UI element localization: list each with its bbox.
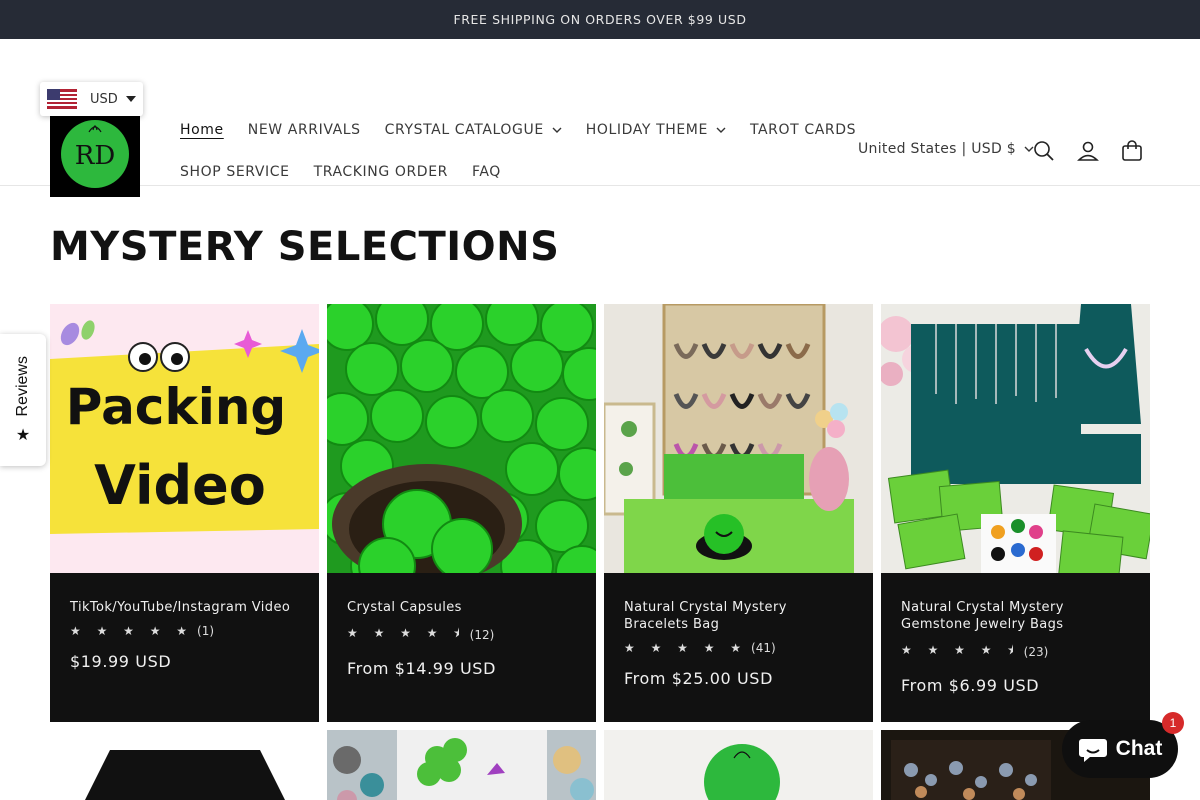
nav-item-crystal-catalogue[interactable]: CRYSTAL CATALOGUE	[373, 120, 574, 140]
nav-item-label: TAROT CARDS	[749, 122, 857, 138]
nav-item-new-arrivals[interactable]: NEW ARRIVALS	[236, 120, 373, 140]
chat-button[interactable]: Chat	[1062, 720, 1178, 778]
announcement-text: FREE SHIPPING ON ORDERS OVER $99 USD	[453, 12, 747, 27]
reviews-tab-label: Reviews	[14, 356, 31, 417]
product-price: From $14.99 USD	[347, 659, 496, 678]
product-image[interactable]	[327, 304, 596, 573]
site-header: USD RD Home NEW ARRIVALS CRYSTAL CATALOG…	[0, 39, 1200, 197]
cart-icon[interactable]	[1117, 136, 1147, 166]
chat-button-label: Chat	[1115, 737, 1163, 760]
nav-item-tracking-order[interactable]: TRACKING ORDER	[302, 162, 460, 182]
product-title[interactable]: Natural Crystal Mystery Gemstone Jewelry…	[901, 599, 1130, 633]
chevron-down-icon	[552, 127, 562, 133]
chevron-down-icon	[716, 127, 726, 133]
product-rating: ★ ★ ★ ★ ⯨ (12)	[347, 624, 576, 645]
product-card-partial[interactable]	[50, 730, 319, 800]
announcement-bar: FREE SHIPPING ON ORDERS OVER $99 USD	[0, 0, 1200, 39]
product-image[interactable]	[604, 304, 873, 573]
product-title[interactable]: Crystal Capsules	[347, 599, 576, 616]
nav-item-label: HOLIDAY THEME	[585, 122, 708, 138]
product-image[interactable]	[881, 304, 1150, 573]
product-card[interactable]: Natural Crystal Mystery Bracelets Bag ★ …	[604, 304, 873, 722]
product-rating: ★ ★ ★ ★ ⯨ (23)	[901, 641, 1130, 662]
product-rating: ★ ★ ★ ★ ★ (41)	[624, 641, 853, 655]
review-count: (1)	[197, 624, 215, 638]
product-card[interactable]: Natural Crystal Mystery Gemstone Jewelry…	[881, 304, 1150, 722]
review-count: (41)	[751, 641, 776, 655]
nav-item-home[interactable]: Home	[168, 120, 236, 140]
nav-item-label: Home	[180, 122, 224, 138]
nav-item-label: SHOP SERVICE	[180, 164, 290, 180]
reviews-tab[interactable]: Reviews ★	[0, 334, 46, 466]
review-count: (23)	[1023, 644, 1049, 659]
main-nav-row-2: SHOP SERVICE TRACKING ORDER FAQ	[168, 162, 513, 182]
section-title: MYSTERY SELECTIONS	[50, 224, 560, 270]
product-image[interactable]: Packing Video	[50, 304, 319, 573]
nav-item-shop-service[interactable]: SHOP SERVICE	[168, 162, 302, 182]
nav-item-tarot-cards[interactable]: TAROT CARDS	[738, 120, 868, 140]
product-card-partial[interactable]	[327, 730, 596, 800]
product-price: From $25.00 USD	[624, 669, 773, 688]
product-card[interactable]: Crystal Capsules ★ ★ ★ ★ ⯨ (12) From $14…	[327, 304, 596, 722]
nav-item-holiday-theme[interactable]: HOLIDAY THEME	[574, 120, 738, 140]
chat-bubble-icon	[1078, 739, 1107, 762]
nav-item-faq[interactable]: FAQ	[460, 162, 513, 182]
currency-code: USD	[90, 91, 118, 107]
country-selector-label: United States | USD $	[858, 141, 1016, 157]
nav-item-label: TRACKING ORDER	[313, 164, 448, 180]
product-price: From $6.99 USD	[901, 676, 1040, 695]
chat-notification-badge: 1	[1162, 712, 1184, 734]
currency-switcher[interactable]: USD	[40, 82, 143, 116]
product-title[interactable]: Natural Crystal Mystery Bracelets Bag	[624, 599, 853, 633]
nav-item-label: NEW ARRIVALS	[247, 122, 361, 138]
product-title[interactable]: TikTok/YouTube/Instagram Video	[70, 599, 299, 616]
logo-text: RD	[75, 141, 115, 171]
caret-down-icon	[125, 96, 136, 102]
image-text-packing: Packing	[66, 378, 286, 436]
product-card-partial[interactable]	[604, 730, 873, 800]
nav-item-label: FAQ	[471, 164, 501, 180]
product-price: $19.99 USD	[70, 652, 172, 671]
logo-graphic: RD	[61, 120, 129, 188]
us-flag-icon	[47, 89, 77, 109]
search-icon[interactable]	[1029, 136, 1059, 166]
country-selector[interactable]: United States | USD $	[858, 141, 1034, 157]
product-card[interactable]: Packing Video TikTok/YouTube/Instagram V…	[50, 304, 319, 722]
main-nav-row-1: Home NEW ARRIVALS CRYSTAL CATALOGUE HOLI…	[168, 120, 868, 140]
product-rating: ★ ★ ★ ★ ★ (1)	[70, 624, 299, 638]
star-rating-icon: ★ ★ ★ ★ ⯨	[347, 626, 466, 640]
star-rating-icon: ★ ★ ★ ★ ★	[624, 641, 748, 655]
nav-item-label: CRYSTAL CATALOGUE	[384, 122, 544, 138]
review-count: (12)	[469, 627, 495, 642]
image-text-video: Video	[94, 454, 266, 517]
star-rating-icon: ★ ★ ★ ★ ⯨	[901, 643, 1020, 657]
store-logo[interactable]: RD	[50, 107, 140, 197]
account-icon[interactable]	[1073, 136, 1103, 166]
star-rating-icon: ★ ★ ★ ★ ★	[70, 624, 194, 638]
star-icon: ★	[15, 424, 31, 444]
